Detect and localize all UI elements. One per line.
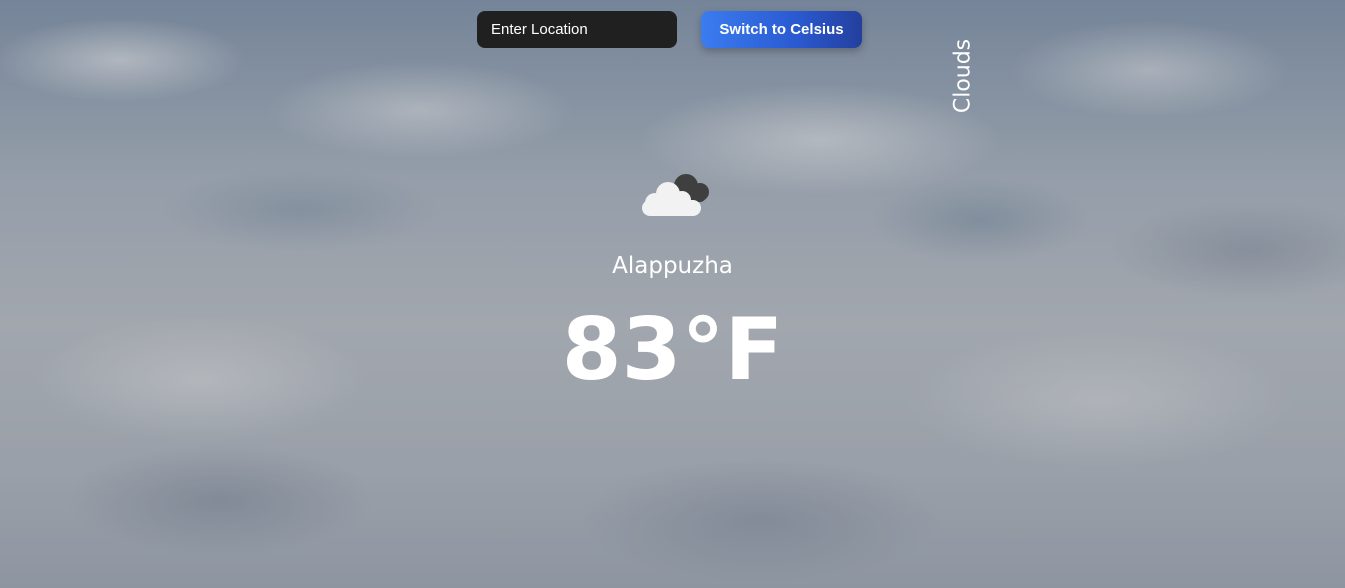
- switch-to-celsius-button[interactable]: Switch to Celsius: [701, 11, 862, 48]
- weather-condition-label: Clouds: [950, 38, 976, 114]
- location-search-input[interactable]: [477, 11, 677, 48]
- clouds-icon: [642, 174, 709, 216]
- background-overlay: [0, 0, 1345, 588]
- temperature-display: 83°F: [561, 300, 784, 400]
- city-name: Alappuzha: [612, 253, 733, 279]
